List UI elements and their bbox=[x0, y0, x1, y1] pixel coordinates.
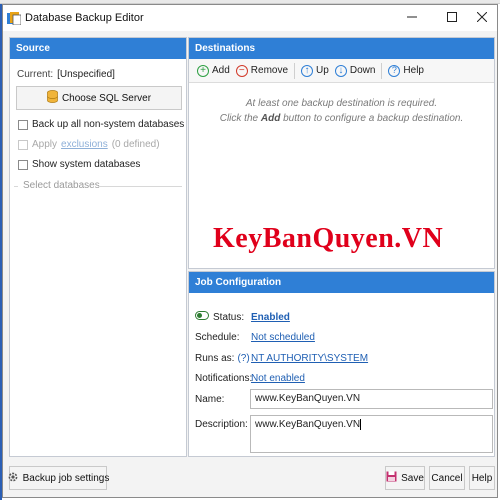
watermark: KeyBanQuyen.VN bbox=[213, 223, 444, 254]
show-system-databases-checkbox[interactable] bbox=[18, 159, 28, 170]
apply-label: Apply bbox=[32, 139, 58, 150]
help-label: Help bbox=[403, 65, 424, 76]
runs-as-row: Runs as: (?) bbox=[195, 353, 250, 364]
name-field[interactable]: www.KeyBanQuyen.VN bbox=[250, 389, 493, 409]
destinations-empty-line-2: Click the Add button to configure a back… bbox=[189, 113, 494, 124]
database-server-icon bbox=[47, 90, 58, 106]
up-label: Up bbox=[316, 65, 329, 76]
description-label: Description: bbox=[195, 419, 248, 430]
empty-line-2-add: Add bbox=[260, 113, 281, 124]
name-label: Name: bbox=[195, 394, 225, 405]
source-header: Source bbox=[10, 38, 186, 59]
status-value-link[interactable]: Enabled bbox=[251, 312, 290, 323]
show-system-databases-option[interactable]: Show system databases bbox=[18, 159, 140, 170]
current-server-row: Current: [Unspecified] bbox=[17, 69, 115, 80]
toolbar-separator bbox=[381, 62, 383, 79]
cancel-button[interactable]: Cancel bbox=[429, 466, 465, 490]
backup-all-label: Back up all non-system databases bbox=[32, 119, 185, 130]
status-label: Status: bbox=[213, 311, 245, 323]
source-panel: Source Current: [Unspecified] Choose SQL… bbox=[9, 37, 187, 457]
maximize-button[interactable] bbox=[435, 5, 469, 31]
select-databases-divider-left bbox=[14, 186, 18, 187]
current-label: Current: bbox=[17, 69, 54, 80]
arrow-down-icon: ↓ bbox=[334, 64, 347, 77]
choose-sql-server-label: Choose SQL Server bbox=[61, 92, 152, 104]
runs-as-label: Runs as: bbox=[195, 353, 235, 364]
down-label: Down bbox=[349, 65, 376, 76]
status-row: Status: bbox=[195, 311, 244, 323]
footer-help-label: Help bbox=[471, 472, 493, 484]
empty-line-2-pre: Click the bbox=[219, 113, 259, 124]
destinations-header: Destinations bbox=[189, 38, 494, 59]
apply-exclusions-option: Apply exclusions (0 defined) bbox=[18, 139, 160, 150]
schedule-label: Schedule: bbox=[195, 332, 240, 343]
runs-as-help[interactable]: (?) bbox=[237, 353, 249, 364]
job-configuration-panel: Job Configuration Status: Enabled Schedu… bbox=[188, 271, 495, 457]
remove-icon: − bbox=[235, 64, 248, 77]
database-backup-editor-window: Database Backup Editor Source Current: [… bbox=[2, 4, 498, 498]
runs-as-value-link[interactable]: NT AUTHORITY\SYSTEM bbox=[251, 353, 368, 364]
add-label: Add bbox=[212, 65, 230, 76]
exclusions-count: (0 defined) bbox=[111, 139, 160, 150]
apply-exclusions-checkbox bbox=[18, 139, 28, 150]
save-icon bbox=[386, 471, 397, 485]
move-down-button[interactable]: ↓ Down bbox=[334, 64, 376, 77]
description-text: www.KeyBanQuyen.VN bbox=[255, 419, 361, 431]
save-label: Save bbox=[401, 472, 424, 484]
maximize-icon bbox=[447, 11, 457, 25]
select-databases-divider-right bbox=[98, 186, 182, 187]
destinations-empty-line-1: At least one backup destination is requi… bbox=[245, 98, 438, 109]
schedule-value-link[interactable]: Not scheduled bbox=[251, 332, 315, 343]
description-field[interactable]: www.KeyBanQuyen.VN bbox=[250, 415, 493, 453]
add-destination-button[interactable]: + Add bbox=[197, 64, 230, 77]
backup-all-option[interactable]: Back up all non-system databases bbox=[18, 119, 184, 130]
arrow-up-icon: ↑ bbox=[301, 64, 314, 77]
text-cursor bbox=[360, 419, 362, 430]
help-button[interactable]: Help bbox=[469, 466, 495, 490]
select-databases-label: Select databases bbox=[23, 180, 100, 191]
title-bar: Database Backup Editor bbox=[3, 5, 497, 31]
backup-all-checkbox[interactable] bbox=[18, 119, 28, 130]
exclusions-link: exclusions bbox=[61, 139, 108, 150]
close-button[interactable] bbox=[465, 5, 499, 31]
window-title: Database Backup Editor bbox=[25, 12, 144, 24]
add-icon: + bbox=[197, 64, 209, 77]
destinations-help-button[interactable]: ? Help bbox=[388, 64, 424, 77]
help-icon: ? bbox=[388, 64, 401, 77]
show-system-databases-label: Show system databases bbox=[32, 159, 141, 170]
current-value: [Unspecified] bbox=[57, 69, 115, 80]
gear-icon bbox=[7, 471, 19, 486]
cancel-label: Cancel bbox=[431, 472, 463, 484]
notifications-value-link[interactable]: Not enabled bbox=[251, 373, 305, 384]
empty-line-2-post: button to configure a backup destination… bbox=[283, 113, 464, 124]
close-icon bbox=[476, 11, 488, 25]
backup-job-settings-button[interactable]: Backup job settings bbox=[7, 466, 110, 490]
remove-label: Remove bbox=[250, 65, 289, 76]
remove-destination-button[interactable]: − Remove bbox=[235, 64, 289, 77]
toolbar-separator bbox=[294, 62, 296, 79]
save-button[interactable]: Save bbox=[385, 466, 425, 490]
backup-job-settings-label: Backup job settings bbox=[22, 472, 110, 484]
job-configuration-header: Job Configuration bbox=[189, 272, 494, 293]
choose-sql-server-button[interactable]: Choose SQL Server bbox=[16, 86, 182, 110]
app-icon bbox=[7, 12, 22, 26]
move-up-button[interactable]: ↑ Up bbox=[301, 64, 329, 77]
minimize-button[interactable] bbox=[395, 5, 429, 31]
notifications-label: Notifications: bbox=[195, 373, 253, 384]
minimize-icon bbox=[407, 12, 417, 25]
toggle-icon bbox=[195, 311, 209, 323]
destinations-toolbar: + Add − Remove ↑ Up ↓ Down ? Help bbox=[189, 59, 494, 83]
